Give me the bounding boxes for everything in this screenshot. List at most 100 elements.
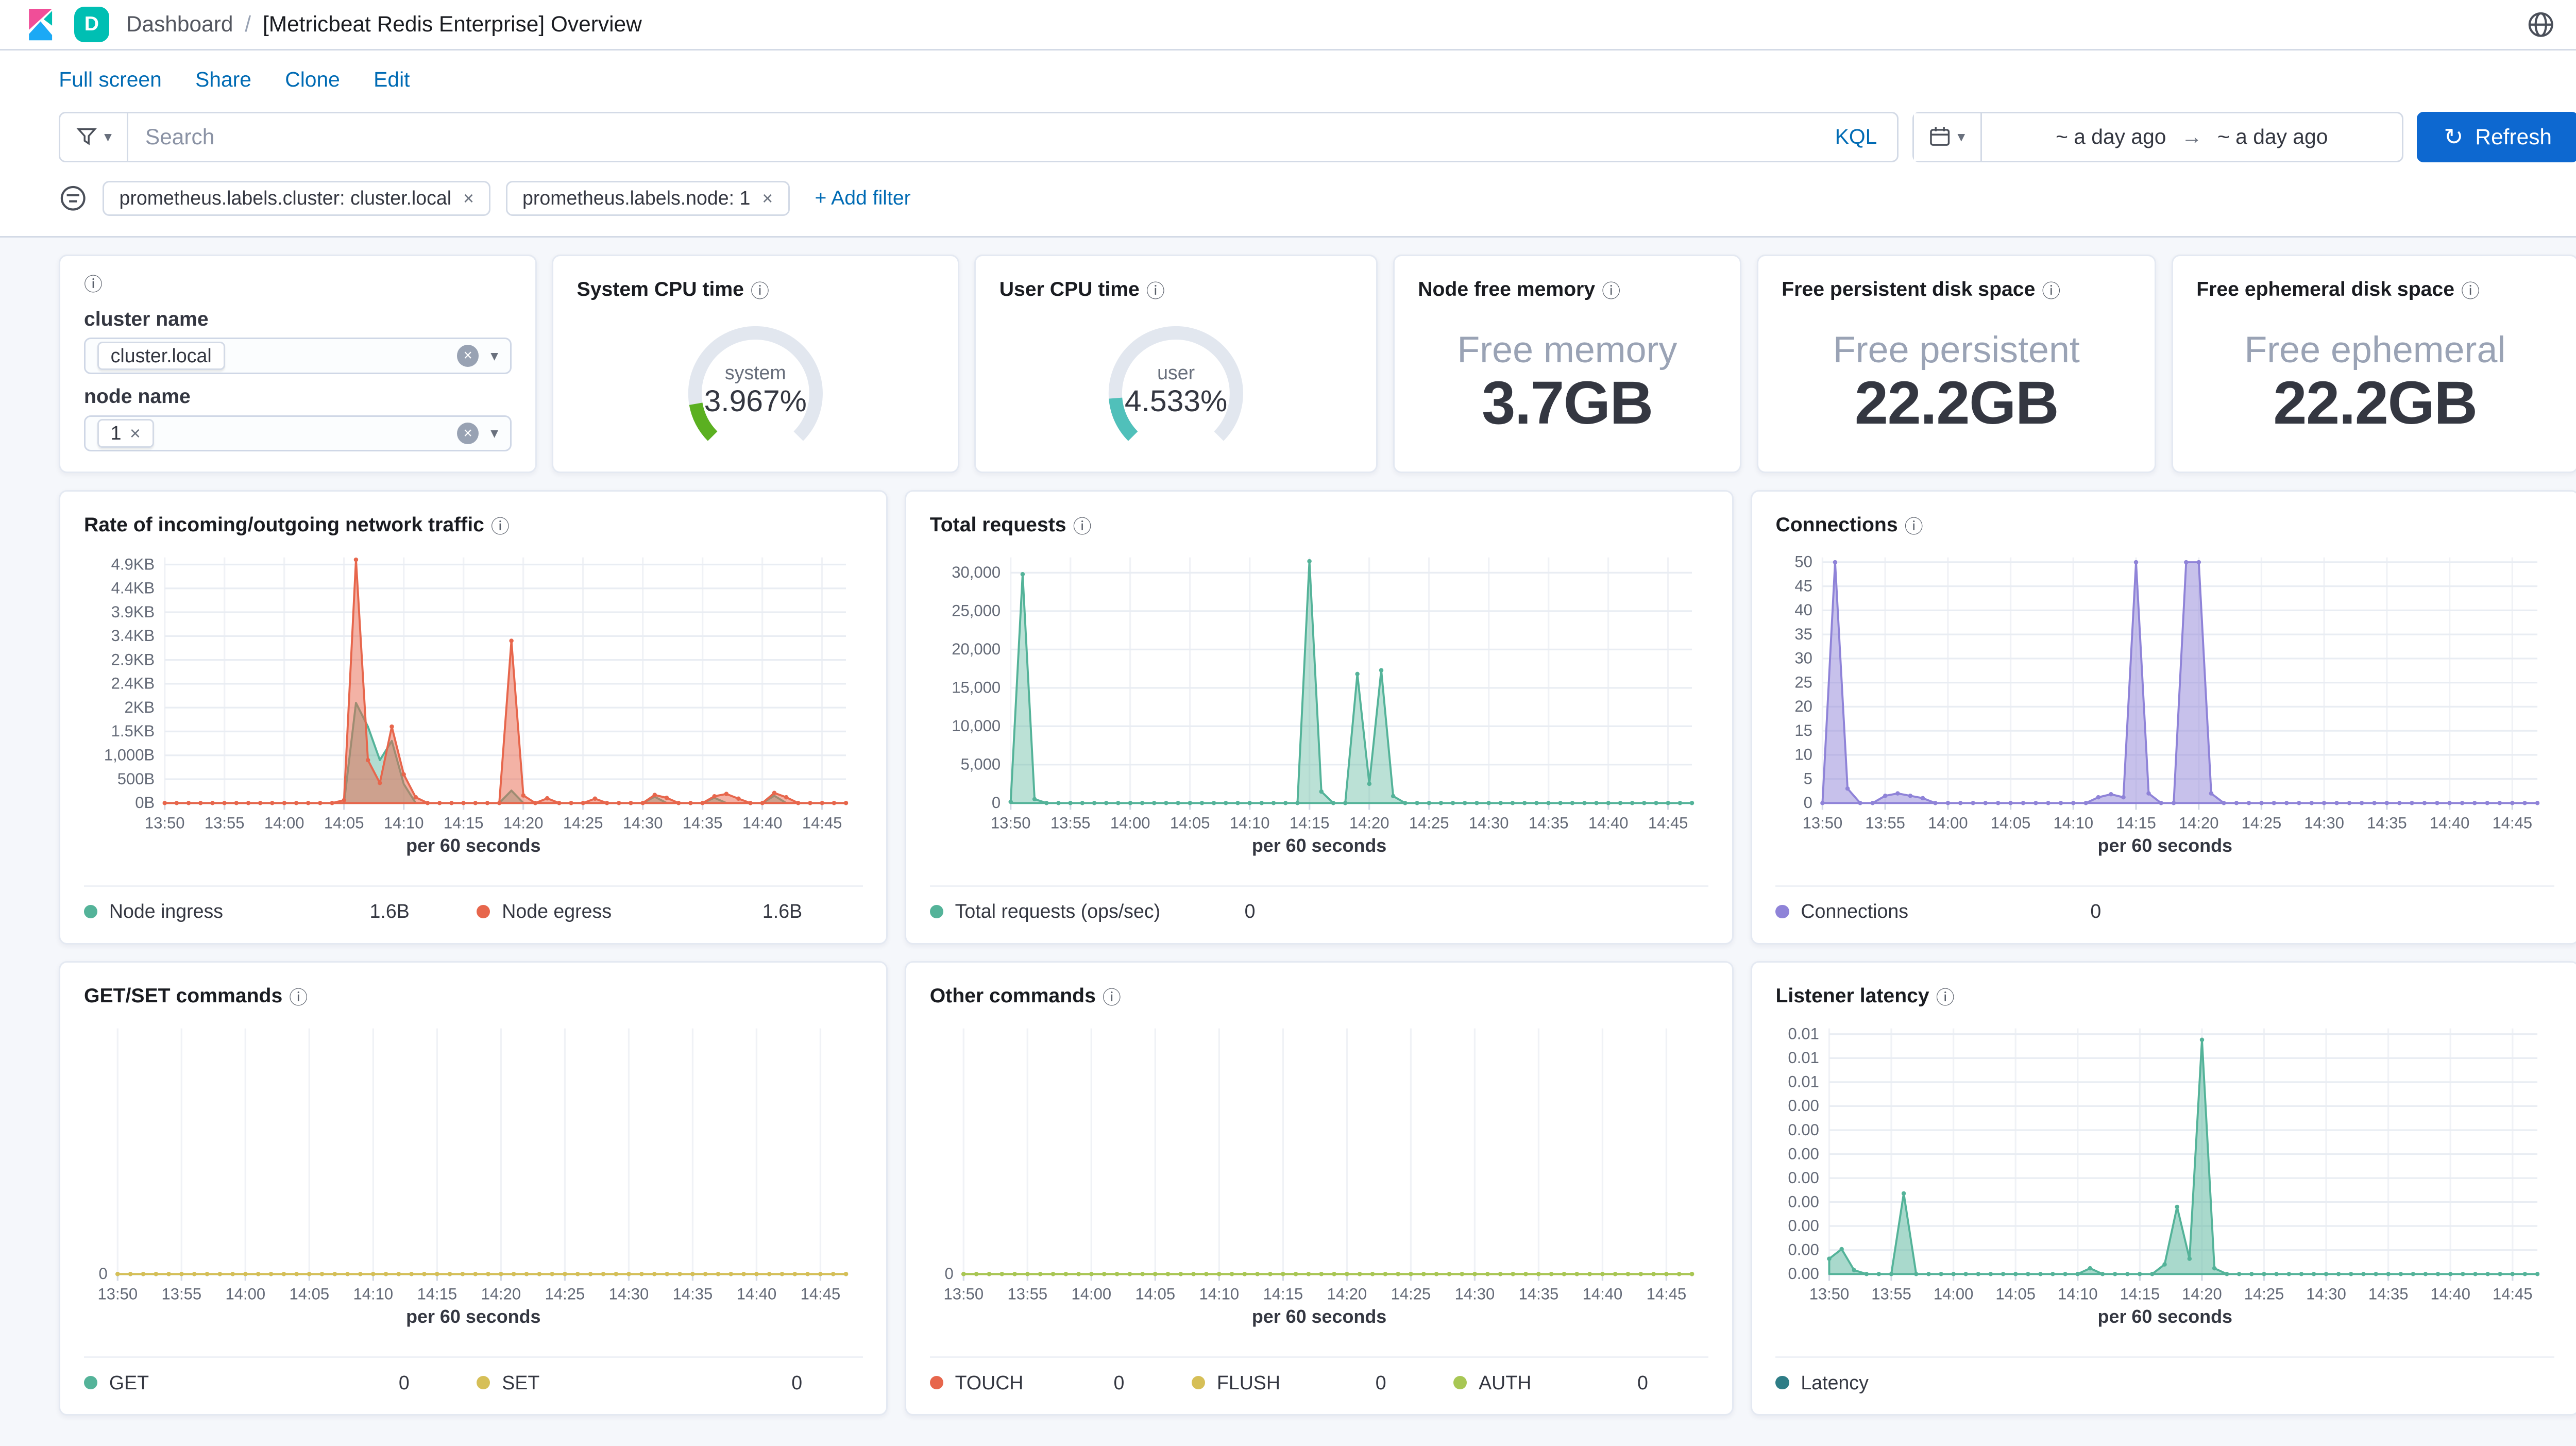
date-picker-menu-button[interactable]: ▾ <box>1914 113 1982 161</box>
info-icon[interactable]: ⓘ <box>751 276 769 303</box>
query-language-toggle[interactable]: KQL <box>1815 125 1897 149</box>
legend-label: Connections <box>1801 900 1908 922</box>
filter-options-button[interactable] <box>59 184 88 213</box>
legend-item[interactable]: GET0 <box>84 1372 470 1394</box>
info-icon[interactable]: ⓘ <box>1146 276 1165 303</box>
info-icon[interactable]: ⓘ <box>1073 512 1092 539</box>
info-icon[interactable]: ⓘ <box>1936 983 1955 1010</box>
remove-pill-icon[interactable]: × <box>130 423 141 444</box>
remove-filter-icon[interactable]: × <box>762 188 773 209</box>
svg-text:2KB: 2KB <box>124 698 155 716</box>
svg-text:14:00: 14:00 <box>264 814 304 832</box>
date-from[interactable]: ~ a day ago <box>2056 125 2166 149</box>
add-filter-button[interactable]: + Add filter <box>805 186 921 212</box>
info-icon[interactable]: ⓘ <box>491 512 510 539</box>
svg-text:14:00: 14:00 <box>1110 814 1150 832</box>
legend-item[interactable]: Latency <box>1775 1372 2161 1394</box>
full-screen-link[interactable]: Full screen <box>59 68 162 92</box>
saved-query-menu-button[interactable]: ▾ <box>60 113 128 161</box>
clear-selection-button[interactable]: × <box>457 345 479 366</box>
date-range[interactable]: ~ a day ago → ~ a day ago <box>1982 125 2402 149</box>
legend-item[interactable]: Node ingress1.6B <box>84 900 470 922</box>
remove-filter-icon[interactable]: × <box>463 188 474 209</box>
legend-dot-icon <box>1453 1376 1467 1389</box>
svg-text:14:45: 14:45 <box>2493 814 2533 832</box>
svg-text:50: 50 <box>1795 552 1812 570</box>
info-icon[interactable]: ⓘ <box>2461 276 2480 303</box>
svg-text:0.01: 0.01 <box>1788 1024 1819 1043</box>
legend-item[interactable]: AUTH0 <box>1453 1372 1708 1394</box>
node-name-combobox[interactable]: 1 × × ▾ <box>84 415 512 452</box>
svg-text:14:30: 14:30 <box>623 814 663 832</box>
edit-link[interactable]: Edit <box>374 68 410 92</box>
legend-item[interactable]: SET0 <box>477 1372 862 1394</box>
legend-label: Node egress <box>502 900 612 922</box>
svg-text:14:05: 14:05 <box>1170 814 1210 832</box>
svg-text:14:10: 14:10 <box>1230 814 1270 832</box>
svg-text:14:45: 14:45 <box>1646 1285 1686 1303</box>
kibana-logo[interactable] <box>24 8 57 41</box>
legend-label: AUTH <box>1479 1372 1531 1394</box>
legend-item[interactable]: Connections0 <box>1775 900 2161 922</box>
legend-label: Total requests (ops/sec) <box>955 900 1160 922</box>
metric-value: 22.2GB <box>2273 371 2477 434</box>
legend-item[interactable]: Total requests (ops/sec)0 <box>930 900 1316 922</box>
filter-pill-node[interactable]: prometheus.labels.node: 1 × <box>506 181 790 216</box>
legend-item[interactable]: FLUSH0 <box>1192 1372 1447 1394</box>
svg-text:0.00: 0.00 <box>1788 1265 1819 1283</box>
clone-link[interactable]: Clone <box>285 68 340 92</box>
svg-text:14:05: 14:05 <box>1996 1285 2036 1303</box>
gauge-label: system <box>725 362 786 384</box>
svg-text:14:35: 14:35 <box>2368 1285 2409 1303</box>
metric-label: Free ephemeral <box>2244 329 2505 371</box>
panel-system-cpu-time: System CPU timeⓘ system3.967% <box>552 255 959 473</box>
legend-item[interactable]: Node egress1.6B <box>477 900 862 922</box>
svg-text:25,000: 25,000 <box>952 601 1001 619</box>
info-icon[interactable]: ⓘ <box>1905 512 1923 539</box>
svg-text:14:40: 14:40 <box>2431 1285 2471 1303</box>
svg-text:14:05: 14:05 <box>1991 814 2031 832</box>
info-icon[interactable]: ⓘ <box>1103 983 1121 1010</box>
panel-total-requests: Total requestsⓘ 13:5013:5514:0014:0514:1… <box>905 490 1734 945</box>
cluster-name-combobox[interactable]: cluster.local × ▾ <box>84 338 512 374</box>
arrow-right-icon: → <box>2181 125 2202 149</box>
info-icon[interactable]: ⓘ <box>2042 276 2060 303</box>
svg-text:15: 15 <box>1795 721 1812 739</box>
svg-text:13:55: 13:55 <box>1050 814 1091 832</box>
svg-text:0.01: 0.01 <box>1788 1049 1819 1067</box>
selected-node-pill[interactable]: 1 × <box>97 419 154 448</box>
svg-text:0.00: 0.00 <box>1788 1145 1819 1163</box>
filter-funnel-icon <box>76 126 97 147</box>
info-icon[interactable]: ⓘ <box>1602 276 1620 303</box>
svg-text:14:00: 14:00 <box>226 1285 266 1303</box>
svg-text:0.00: 0.00 <box>1788 1169 1819 1187</box>
svg-text:0B: 0B <box>135 794 155 812</box>
share-link[interactable]: Share <box>195 68 251 92</box>
dashboard-header: Full screen Share Clone Edit ▾ KQL <box>0 51 2576 238</box>
clear-selection-button[interactable]: × <box>457 423 479 444</box>
info-icon[interactable]: ⓘ <box>289 983 308 1010</box>
filter-pill-label: prometheus.labels.node: 1 <box>522 187 750 209</box>
user-cpu-gauge: user4.533% <box>1078 316 1274 447</box>
panel-title: Rate of incoming/outgoing network traffi… <box>84 514 484 536</box>
svg-text:0.00: 0.00 <box>1788 1192 1819 1210</box>
panel-getset-commands: GET/SET commandsⓘ 13:5013:5514:0014:0514… <box>59 961 888 1416</box>
search-input[interactable] <box>128 125 1815 149</box>
date-to[interactable]: ~ a day ago <box>2217 125 2328 149</box>
filter-pill-cluster[interactable]: prometheus.labels.cluster: cluster.local… <box>103 181 490 216</box>
svg-text:0.00: 0.00 <box>1788 1097 1819 1115</box>
globe-icon[interactable] <box>2527 10 2555 39</box>
svg-text:20: 20 <box>1795 697 1812 715</box>
refresh-button[interactable]: ↻ Refresh <box>2417 112 2576 162</box>
breadcrumb-dashboard[interactable]: Dashboard <box>126 12 233 37</box>
legend-item[interactable]: TOUCH0 <box>930 1372 1185 1394</box>
selected-cluster-pill[interactable]: cluster.local <box>97 342 225 371</box>
legend-value: 0 <box>791 1372 802 1394</box>
selected-cluster-value: cluster.local <box>111 345 212 367</box>
chart-legend: Connections0 <box>1775 885 2554 922</box>
legend-value: 1.6B <box>370 900 410 922</box>
space-avatar[interactable]: D <box>74 7 110 42</box>
svg-text:20,000: 20,000 <box>952 640 1001 658</box>
info-icon[interactable]: ⓘ <box>84 270 512 296</box>
kibana-dashboard-app: D Dashboard / [Metricbeat Redis Enterpri… <box>0 0 2576 1446</box>
